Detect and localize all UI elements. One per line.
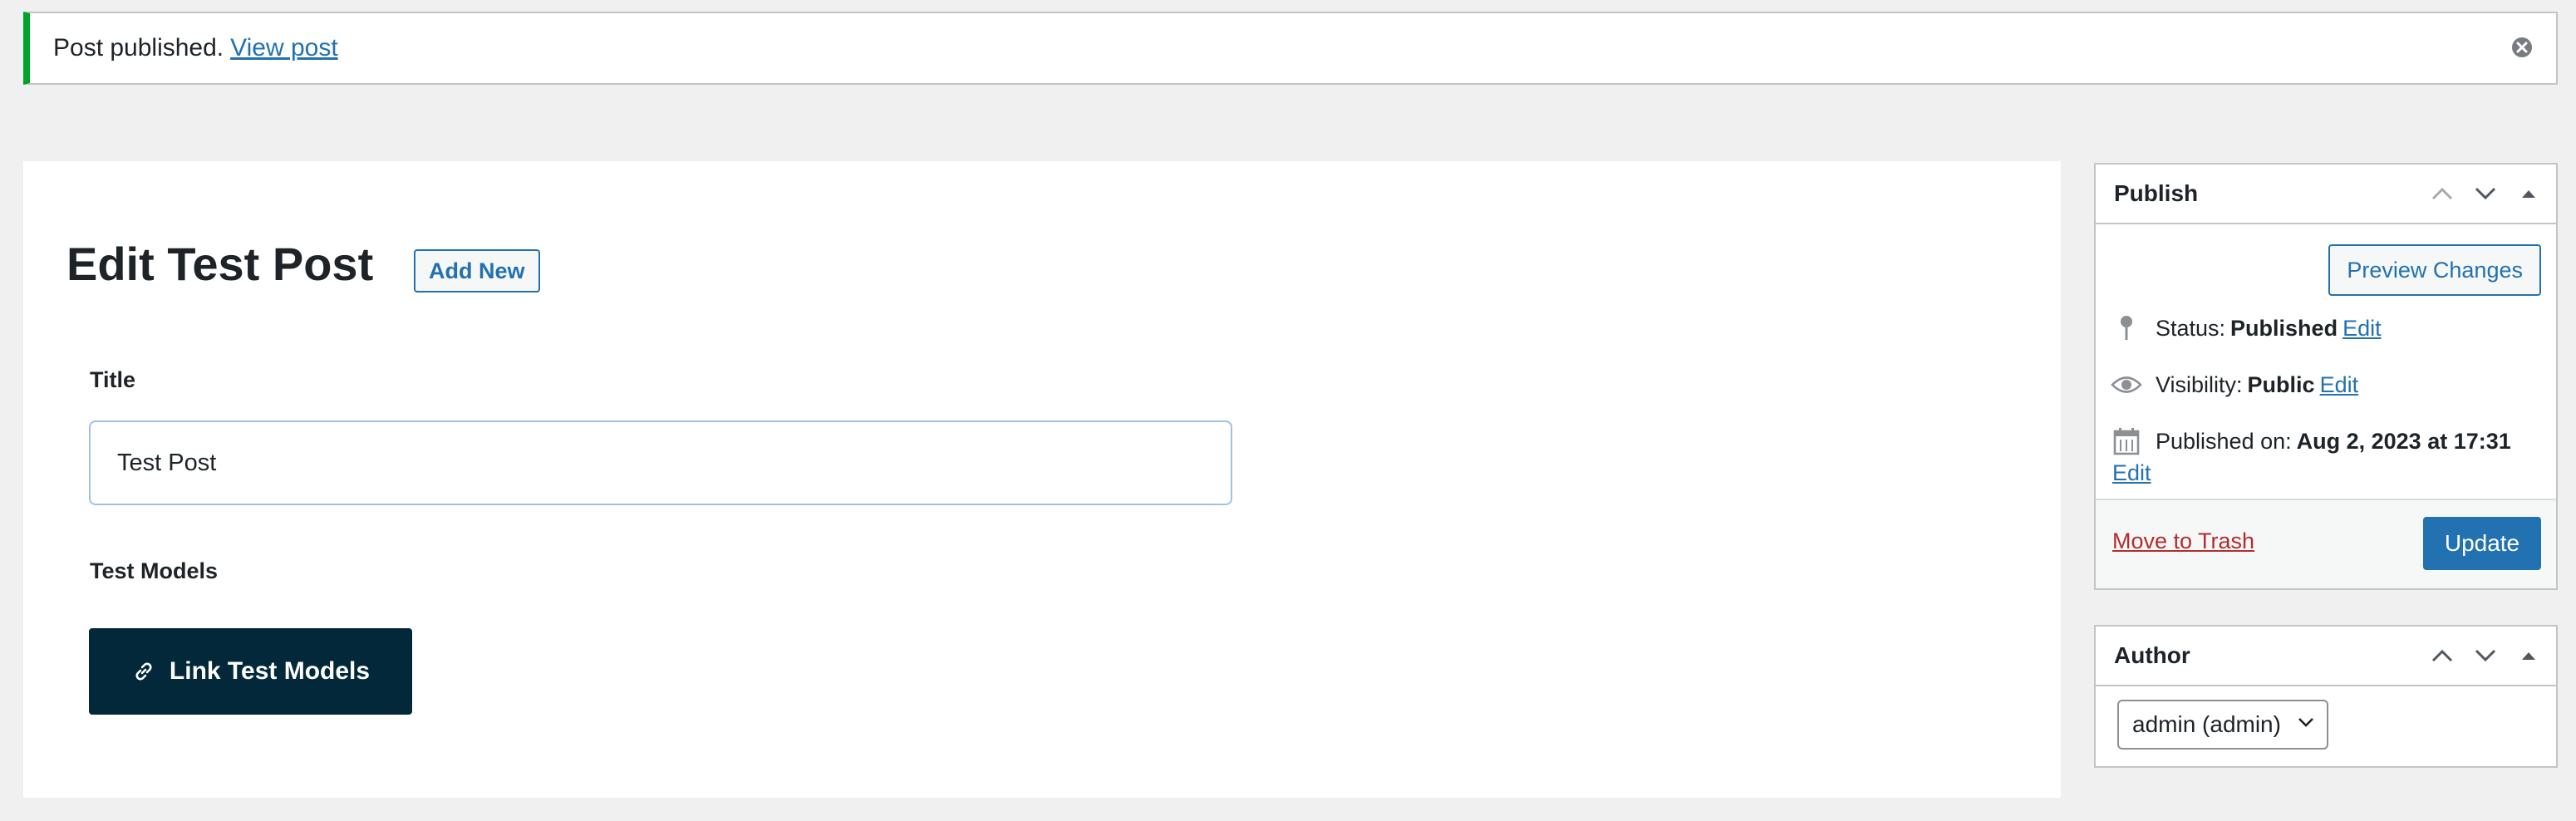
move-up-button[interactable] bbox=[2426, 178, 2458, 209]
chevron-down-icon bbox=[2475, 649, 2496, 662]
link-test-models-label: Link Test Models bbox=[169, 657, 371, 685]
test-models-label: Test Models bbox=[90, 558, 219, 583]
success-notice: Post published. View post bbox=[23, 12, 2558, 85]
visibility-label: Visibility: bbox=[2156, 371, 2243, 397]
chevron-down-icon bbox=[2298, 718, 2313, 727]
caret-up-icon bbox=[2522, 190, 2535, 198]
published-on-label: Published on: bbox=[2156, 428, 2292, 454]
chevron-down-icon bbox=[2475, 187, 2496, 200]
pin-icon bbox=[2111, 312, 2142, 344]
publish-actions: Move to Trash Update bbox=[2096, 499, 2556, 588]
author-box: Author admin (admin) bbox=[2094, 625, 2558, 768]
eye-icon bbox=[2111, 369, 2142, 401]
title-input[interactable] bbox=[89, 420, 1232, 505]
caret-up-icon bbox=[2522, 652, 2535, 660]
close-icon bbox=[2512, 37, 2532, 57]
toggle-panel-button[interactable] bbox=[2513, 178, 2544, 209]
published-on-value: Aug 2, 2023 at 17:31 bbox=[2296, 428, 2511, 454]
visibility-row: Visibility: Public Edit bbox=[2111, 369, 2358, 401]
move-down-button[interactable] bbox=[2470, 178, 2501, 209]
author-select[interactable]: admin (admin) bbox=[2117, 700, 2328, 750]
visibility-value: Public bbox=[2247, 371, 2315, 397]
page-title: Edit Test Post bbox=[66, 238, 374, 290]
publish-box: Publish Preview Changes Status: Publishe… bbox=[2094, 163, 2558, 590]
link-test-models-button[interactable]: Link Test Models bbox=[89, 628, 412, 715]
status-row: Status: Published Edit bbox=[2111, 312, 2382, 344]
author-move-up-button[interactable] bbox=[2426, 640, 2458, 671]
author-box-header: Author bbox=[2096, 627, 2556, 686]
author-move-down-button[interactable] bbox=[2470, 640, 2501, 671]
edit-status-link[interactable]: Edit bbox=[2342, 316, 2382, 342]
move-to-trash-link[interactable]: Move to Trash bbox=[2112, 528, 2254, 554]
status-value: Published bbox=[2230, 315, 2338, 341]
notice-message: Post published. bbox=[53, 34, 224, 61]
notice-text: Post published. View post bbox=[53, 34, 338, 62]
link-icon bbox=[131, 659, 156, 684]
publish-box-header: Publish bbox=[2096, 165, 2556, 224]
add-new-button[interactable]: Add New bbox=[414, 249, 540, 293]
author-box-title: Author bbox=[2114, 642, 2190, 668]
calendar-icon bbox=[2111, 425, 2142, 457]
chevron-up-icon bbox=[2431, 187, 2453, 200]
update-button[interactable]: Update bbox=[2423, 517, 2541, 570]
view-post-link[interactable]: View post bbox=[230, 34, 338, 61]
status-label: Status: bbox=[2156, 315, 2226, 341]
preview-changes-button[interactable]: Preview Changes bbox=[2328, 244, 2541, 296]
author-toggle-panel-button[interactable] bbox=[2513, 640, 2544, 671]
edit-visibility-link[interactable]: Edit bbox=[2320, 372, 2359, 398]
title-label: Title bbox=[90, 367, 136, 392]
edit-date-link[interactable]: Edit bbox=[2112, 460, 2151, 486]
author-selected-value: admin (admin) bbox=[2132, 711, 2281, 737]
published-on-row: Published on: Aug 2, 2023 at 17:31 bbox=[2111, 425, 2516, 457]
chevron-up-icon bbox=[2431, 649, 2453, 662]
publish-box-title: Publish bbox=[2114, 180, 2199, 206]
dismiss-notice-button[interactable] bbox=[2508, 33, 2536, 61]
